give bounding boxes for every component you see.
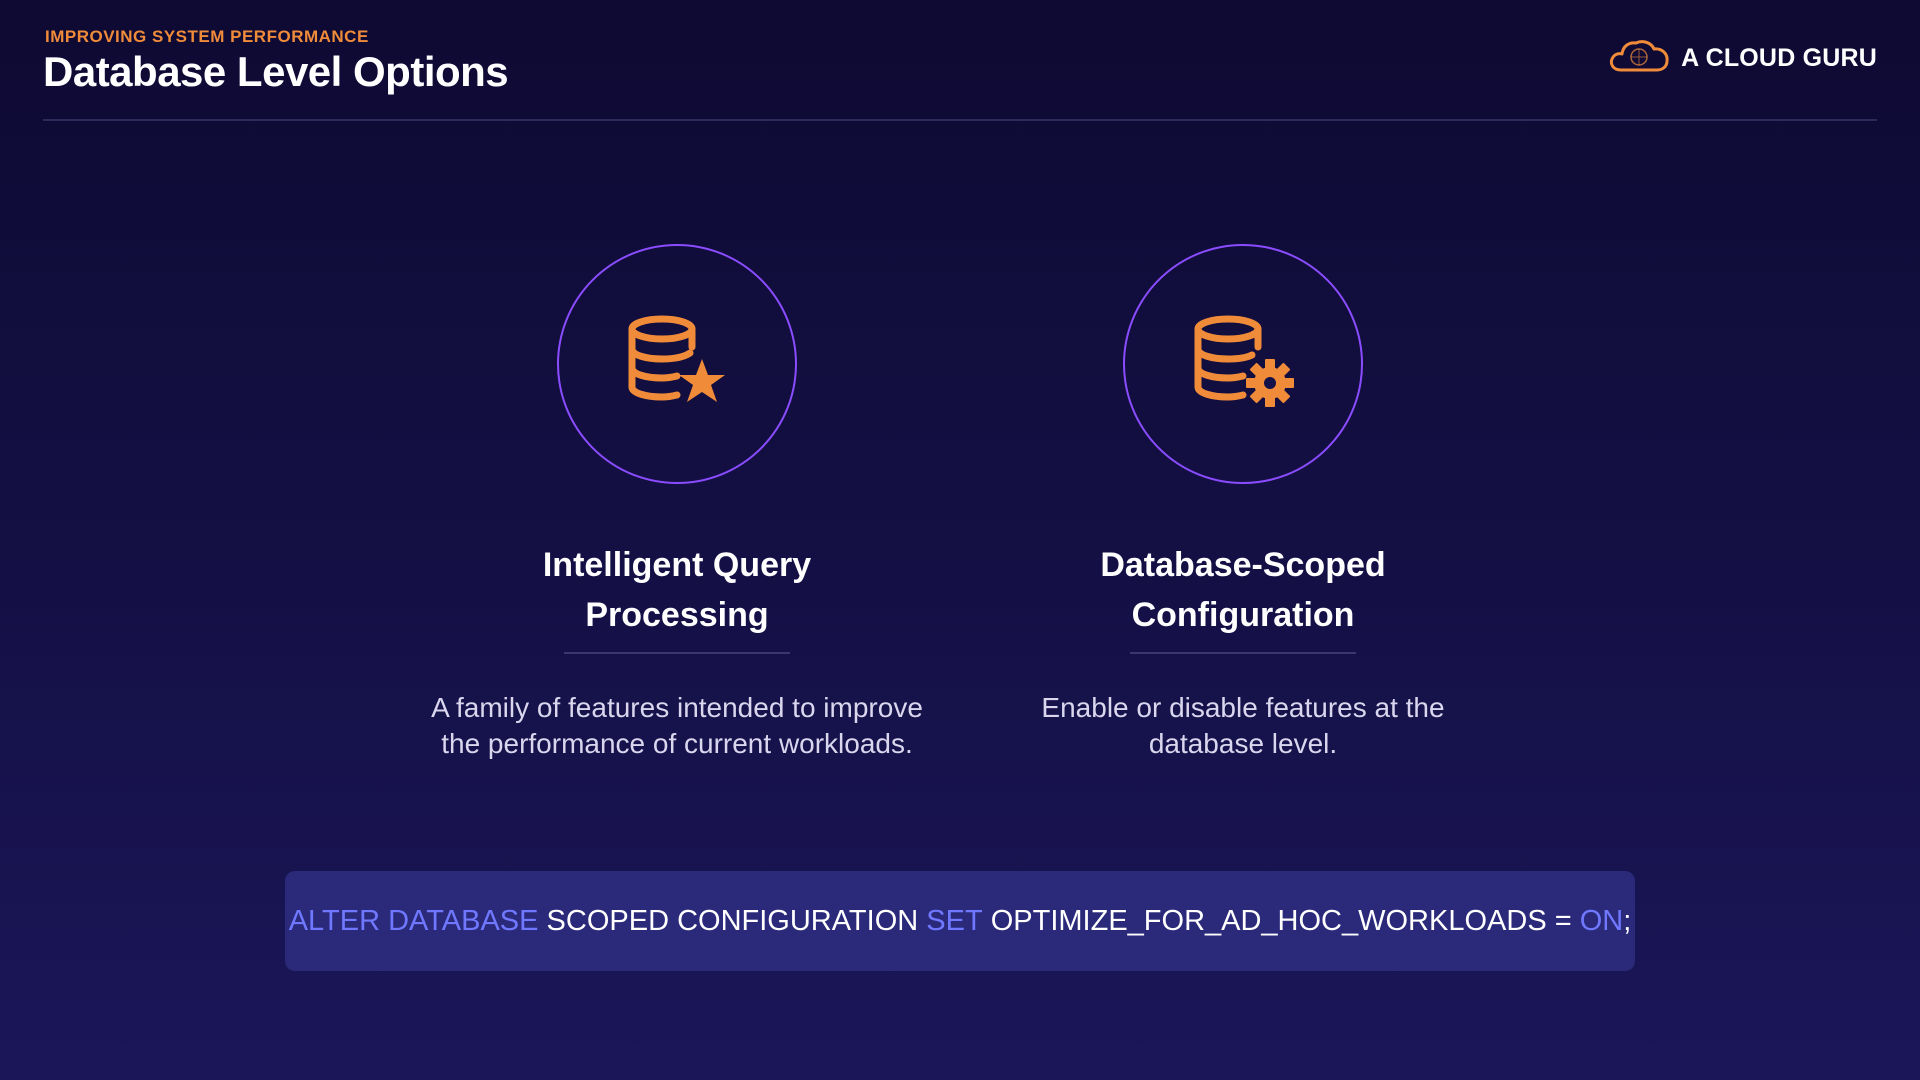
brand-logo: A CLOUD GURU xyxy=(1607,36,1877,81)
header-divider xyxy=(43,119,1877,121)
sql-text: OPTIMIZE_FOR_AD_HOC_WORKLOADS = xyxy=(982,904,1580,937)
card-description: Enable or disable features at the databa… xyxy=(1041,692,1445,759)
card-intelligent-query-processing: Intelligent Query Processing A family of… xyxy=(417,244,937,762)
brand-name: A CLOUD GURU xyxy=(1681,44,1877,72)
sql-keyword: SET xyxy=(926,904,983,937)
sql-text: SCOPED CONFIGURATION xyxy=(538,904,927,937)
database-gear-icon xyxy=(1188,307,1298,422)
icon-circle xyxy=(557,244,797,484)
cloud-icon xyxy=(1607,36,1671,81)
card-description: A family of features intended to improve… xyxy=(431,692,923,759)
card-divider xyxy=(1130,652,1356,654)
icon-circle xyxy=(1123,244,1363,484)
sql-keyword: ON xyxy=(1579,904,1624,937)
card-database-scoped-configuration: Database-Scoped Configuration Enable or … xyxy=(983,244,1503,762)
eyebrow-label: IMPROVING SYSTEM PERFORMANCE xyxy=(45,27,369,46)
card-title: Intelligent Query Processing xyxy=(542,546,812,634)
card-divider xyxy=(564,652,790,654)
sql-code-snippet: ALTER DATABASE SCOPED CONFIGURATION SET … xyxy=(285,871,1635,971)
database-star-icon xyxy=(622,307,732,422)
sql-text: ; xyxy=(1623,904,1632,937)
page-title: Database Level Options xyxy=(43,48,509,95)
sql-keyword: ALTER DATABASE xyxy=(288,904,539,937)
card-title: Database-Scoped Configuration xyxy=(1100,546,1386,634)
